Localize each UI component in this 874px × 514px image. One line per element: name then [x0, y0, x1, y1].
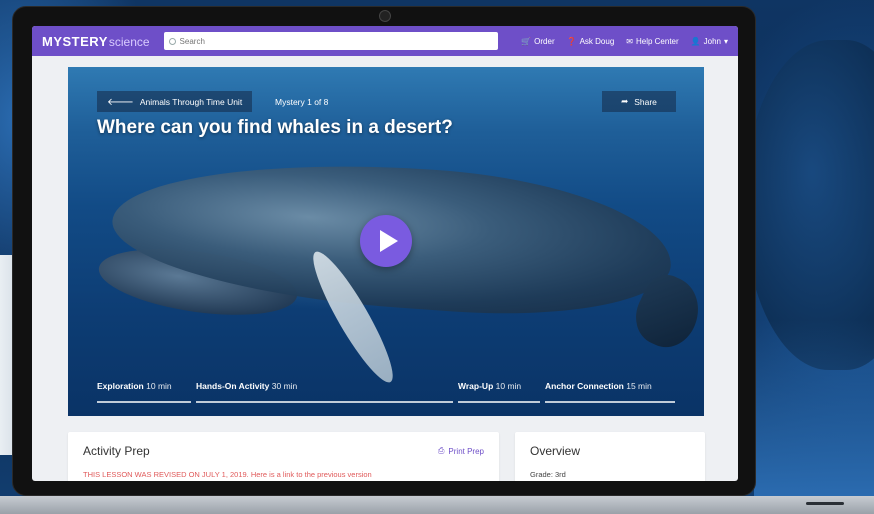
nav-user-menu[interactable]: 👤 John ▾ [691, 37, 728, 46]
printer-icon: ⎙ [438, 446, 445, 455]
logo-light: science [108, 34, 150, 49]
webcam [379, 10, 391, 22]
search-input[interactable] [179, 36, 480, 46]
segment-wrap-up[interactable]: Wrap-Up 10 min [458, 381, 540, 403]
top-navigation: MYSTERY science 🛒 Order ❓ Ask Doug ✉ Hel [32, 26, 738, 56]
arrow-left-icon: 🡐 [107, 96, 134, 108]
mystery-title: Where can you find whales in a desert? [97, 117, 453, 138]
nav-help-center[interactable]: ✉ Help Center [626, 37, 678, 46]
nav-links: 🛒 Order ❓ Ask Doug ✉ Help Center 👤 John … [521, 37, 728, 46]
revised-note-link[interactable]: THIS LESSON WAS REVISED ON JULY 1, 2019.… [83, 470, 372, 479]
unit-breadcrumb[interactable]: 🡐 Animals Through Time Unit [97, 91, 253, 112]
desk-surface [0, 496, 874, 514]
activity-prep-card: Activity Prep ⎙ Print Prep THIS LESSON W… [68, 432, 499, 481]
overview-heading: Overview [530, 444, 581, 458]
search-box[interactable] [163, 32, 498, 50]
site-logo[interactable]: MYSTERY science [42, 34, 150, 49]
segment-anchor-connection[interactable]: Anchor Connection 15 min [545, 381, 675, 403]
share-button[interactable]: ➦ Share [602, 91, 676, 112]
question-icon: ❓ [566, 36, 577, 46]
play-icon [379, 230, 398, 252]
cart-icon: 🛒 [521, 36, 532, 46]
segment-exploration[interactable]: Exploration 10 min [97, 381, 191, 403]
mystery-count: Mystery 1 of 8 [275, 97, 329, 107]
play-button[interactable] [360, 215, 412, 267]
print-prep-button[interactable]: ⎙ Print Prep [438, 446, 484, 456]
video-hero: 🡐 Animals Through Time Unit Mystery 1 of… [68, 67, 704, 416]
overview-grade: Grade: 3rd [530, 470, 566, 479]
user-icon: 👤 [690, 36, 701, 46]
share-icon: ➦ [621, 96, 629, 106]
nav-order[interactable]: 🛒 Order [521, 37, 554, 46]
browser-screen: MYSTERY science 🛒 Order ❓ Ask Doug ✉ Hel [32, 26, 738, 481]
activity-prep-heading: Activity Prep [83, 444, 150, 458]
nav-ask-doug[interactable]: ❓ Ask Doug [567, 37, 615, 46]
search-icon [168, 37, 176, 45]
segment-hands-on-activity[interactable]: Hands-On Activity 30 min [196, 381, 453, 403]
chevron-down-icon: ▾ [723, 36, 728, 46]
mail-icon: ✉ [626, 36, 633, 46]
lesson-segments: Exploration 10 min Hands-On Activity 30 … [97, 381, 675, 403]
overview-card: Overview Grade: 3rd [515, 432, 705, 481]
logo-bold: MYSTERY [42, 33, 108, 49]
laptop-frame: MYSTERY science 🛒 Order ❓ Ask Doug ✉ Hel [12, 6, 756, 496]
wallpaper-light-right [754, 320, 874, 500]
